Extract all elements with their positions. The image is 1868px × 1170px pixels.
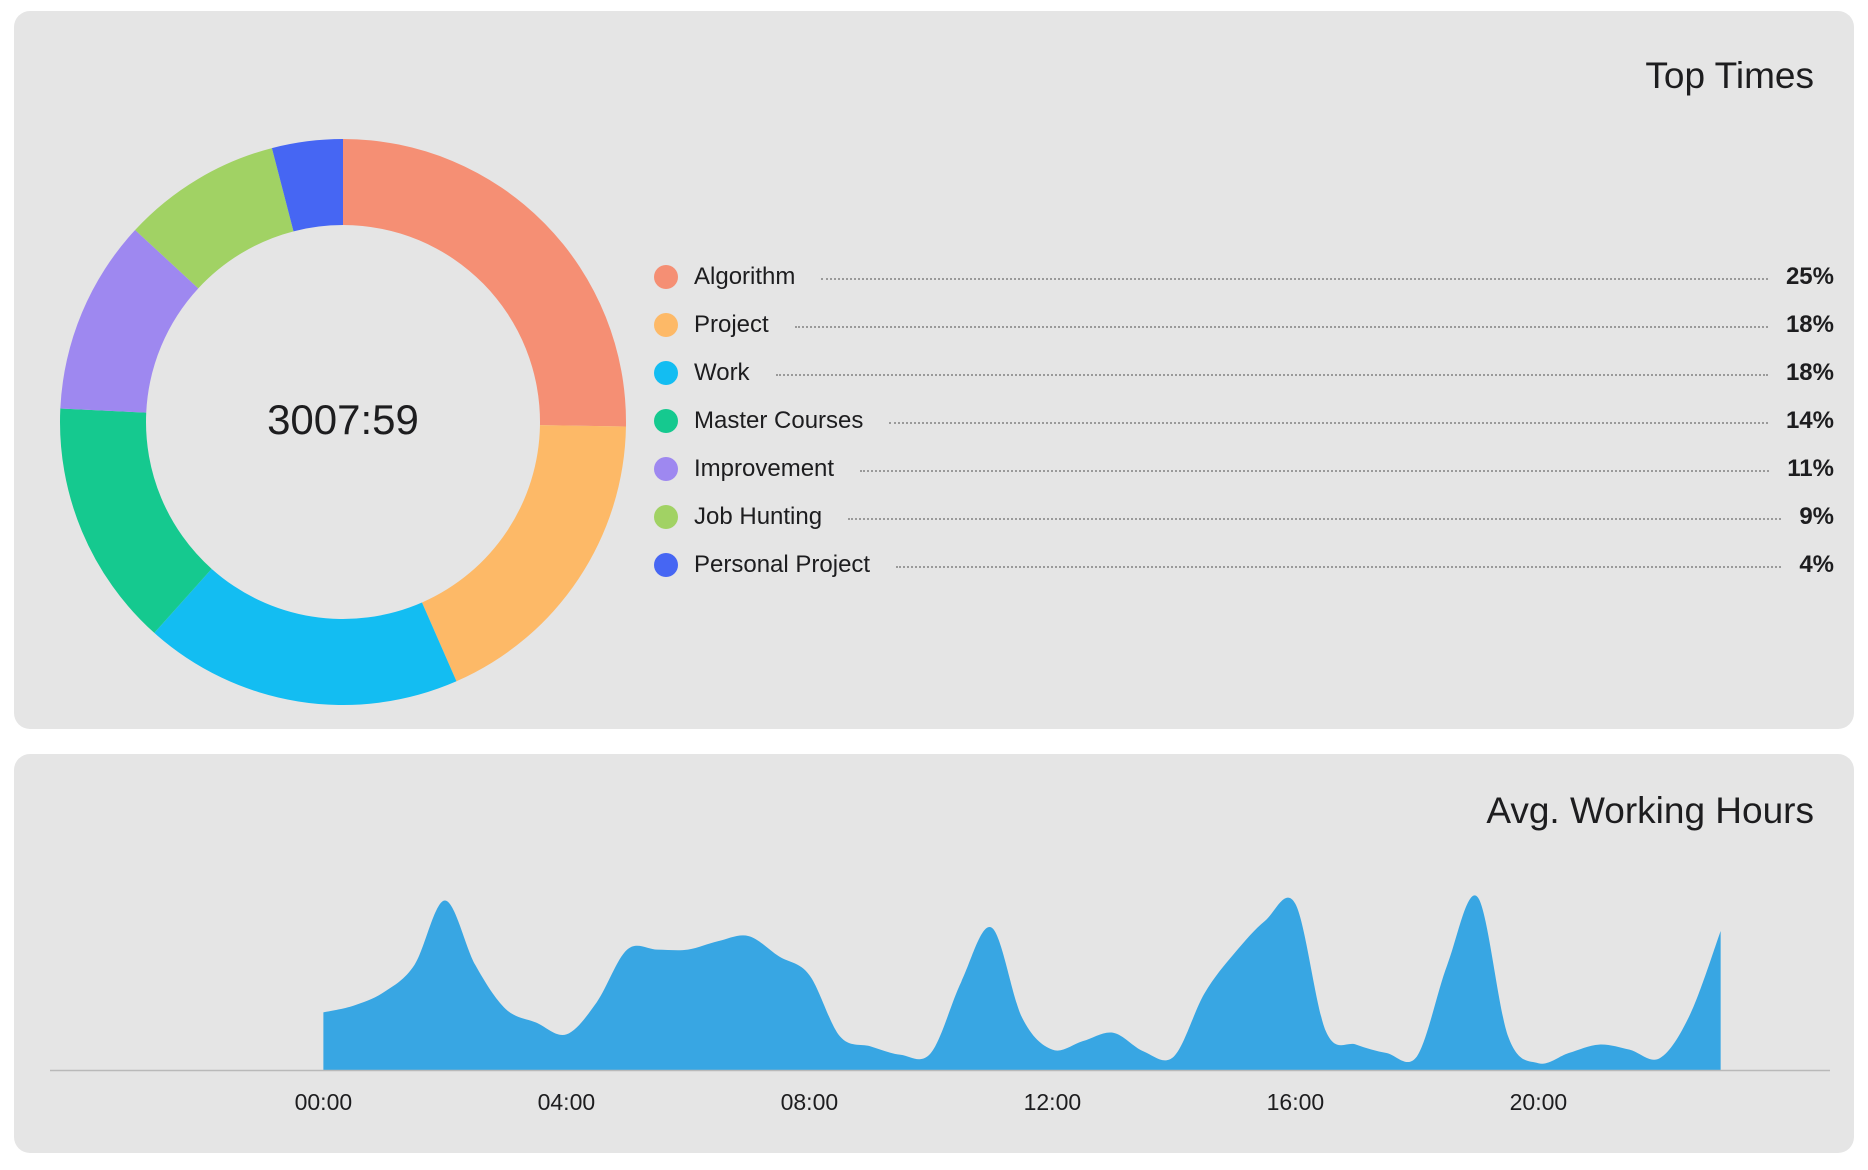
legend-percentage: 25% bbox=[1785, 263, 1834, 290]
x-tick-label: 08:00 bbox=[781, 1089, 839, 1115]
top-times-card: Top Times 3007:59 Algorithm 25% Project 18%… bbox=[14, 11, 1854, 729]
legend-swatch bbox=[654, 265, 678, 289]
avg-working-hours-card: Avg. Working Hours 00:00 04:00 08:00 12:00 1… bbox=[14, 754, 1854, 1153]
legend-item-algorithm: Algorithm 25% bbox=[654, 253, 1834, 301]
total-time: 3007:59 bbox=[267, 396, 419, 443]
legend-item-project: Project 18% bbox=[654, 301, 1834, 349]
legend-percentage: 11% bbox=[1787, 455, 1834, 482]
legend-swatch bbox=[654, 409, 678, 433]
x-tick-label: 00:00 bbox=[295, 1089, 353, 1115]
x-tick-label: 20:00 bbox=[1510, 1089, 1568, 1115]
legend-item-master-courses: Master Courses 14% bbox=[654, 397, 1834, 445]
legend-dotted-leader bbox=[794, 326, 1768, 328]
legend-percentage: 18% bbox=[1785, 359, 1834, 386]
legend-item-personal-project: Personal Project 4% bbox=[654, 541, 1834, 589]
legend-swatch bbox=[654, 457, 678, 481]
legend-swatch bbox=[654, 361, 678, 385]
legend-item-work: Work 18% bbox=[654, 349, 1834, 397]
legend-item-job-hunting: Job Hunting 9% bbox=[654, 493, 1834, 541]
legend-percentage: 9% bbox=[1799, 503, 1834, 530]
legend-swatch bbox=[654, 553, 678, 577]
donut-slice-work bbox=[154, 568, 457, 705]
working-hours-area bbox=[323, 895, 1721, 1070]
legend-dotted-leader bbox=[896, 566, 1782, 568]
legend-label: Work bbox=[694, 359, 750, 386]
legend-dotted-leader bbox=[860, 470, 1770, 472]
avg-working-hours-title: Avg. Working Hours bbox=[1486, 790, 1814, 831]
legend-dotted-leader bbox=[821, 278, 1768, 280]
legend: Algorithm 25% Project 18% Work 18% Master Cour… bbox=[654, 253, 1834, 589]
legend-dotted-leader bbox=[848, 518, 1782, 520]
legend-swatch bbox=[654, 505, 678, 529]
legend-label: Personal Project bbox=[694, 551, 871, 578]
legend-percentage: 14% bbox=[1785, 407, 1834, 434]
donut-slice-project bbox=[421, 425, 626, 682]
x-tick-label: 12:00 bbox=[1024, 1089, 1082, 1115]
legend-percentage: 18% bbox=[1785, 311, 1834, 338]
donut-slice-algorithm bbox=[343, 139, 626, 427]
legend-swatch bbox=[654, 313, 678, 337]
legend-dotted-leader bbox=[889, 422, 1768, 424]
legend-label: Algorithm bbox=[694, 263, 796, 290]
x-tick-label: 16:00 bbox=[1267, 1089, 1325, 1115]
top-times-title: Top Times bbox=[1645, 55, 1814, 96]
legend-dotted-leader bbox=[775, 374, 1768, 376]
legend-label: Master Courses bbox=[694, 407, 864, 434]
legend-label: Job Hunting bbox=[694, 503, 823, 530]
legend-label: Improvement bbox=[694, 455, 835, 482]
legend-item-improvement: Improvement 11% bbox=[654, 445, 1834, 493]
legend-label: Project bbox=[694, 311, 769, 338]
x-tick-label: 04:00 bbox=[538, 1089, 596, 1115]
legend-percentage: 4% bbox=[1799, 551, 1834, 578]
area-chart: 00:00 04:00 08:00 12:00 16:00 20:00 bbox=[50, 895, 1830, 1115]
